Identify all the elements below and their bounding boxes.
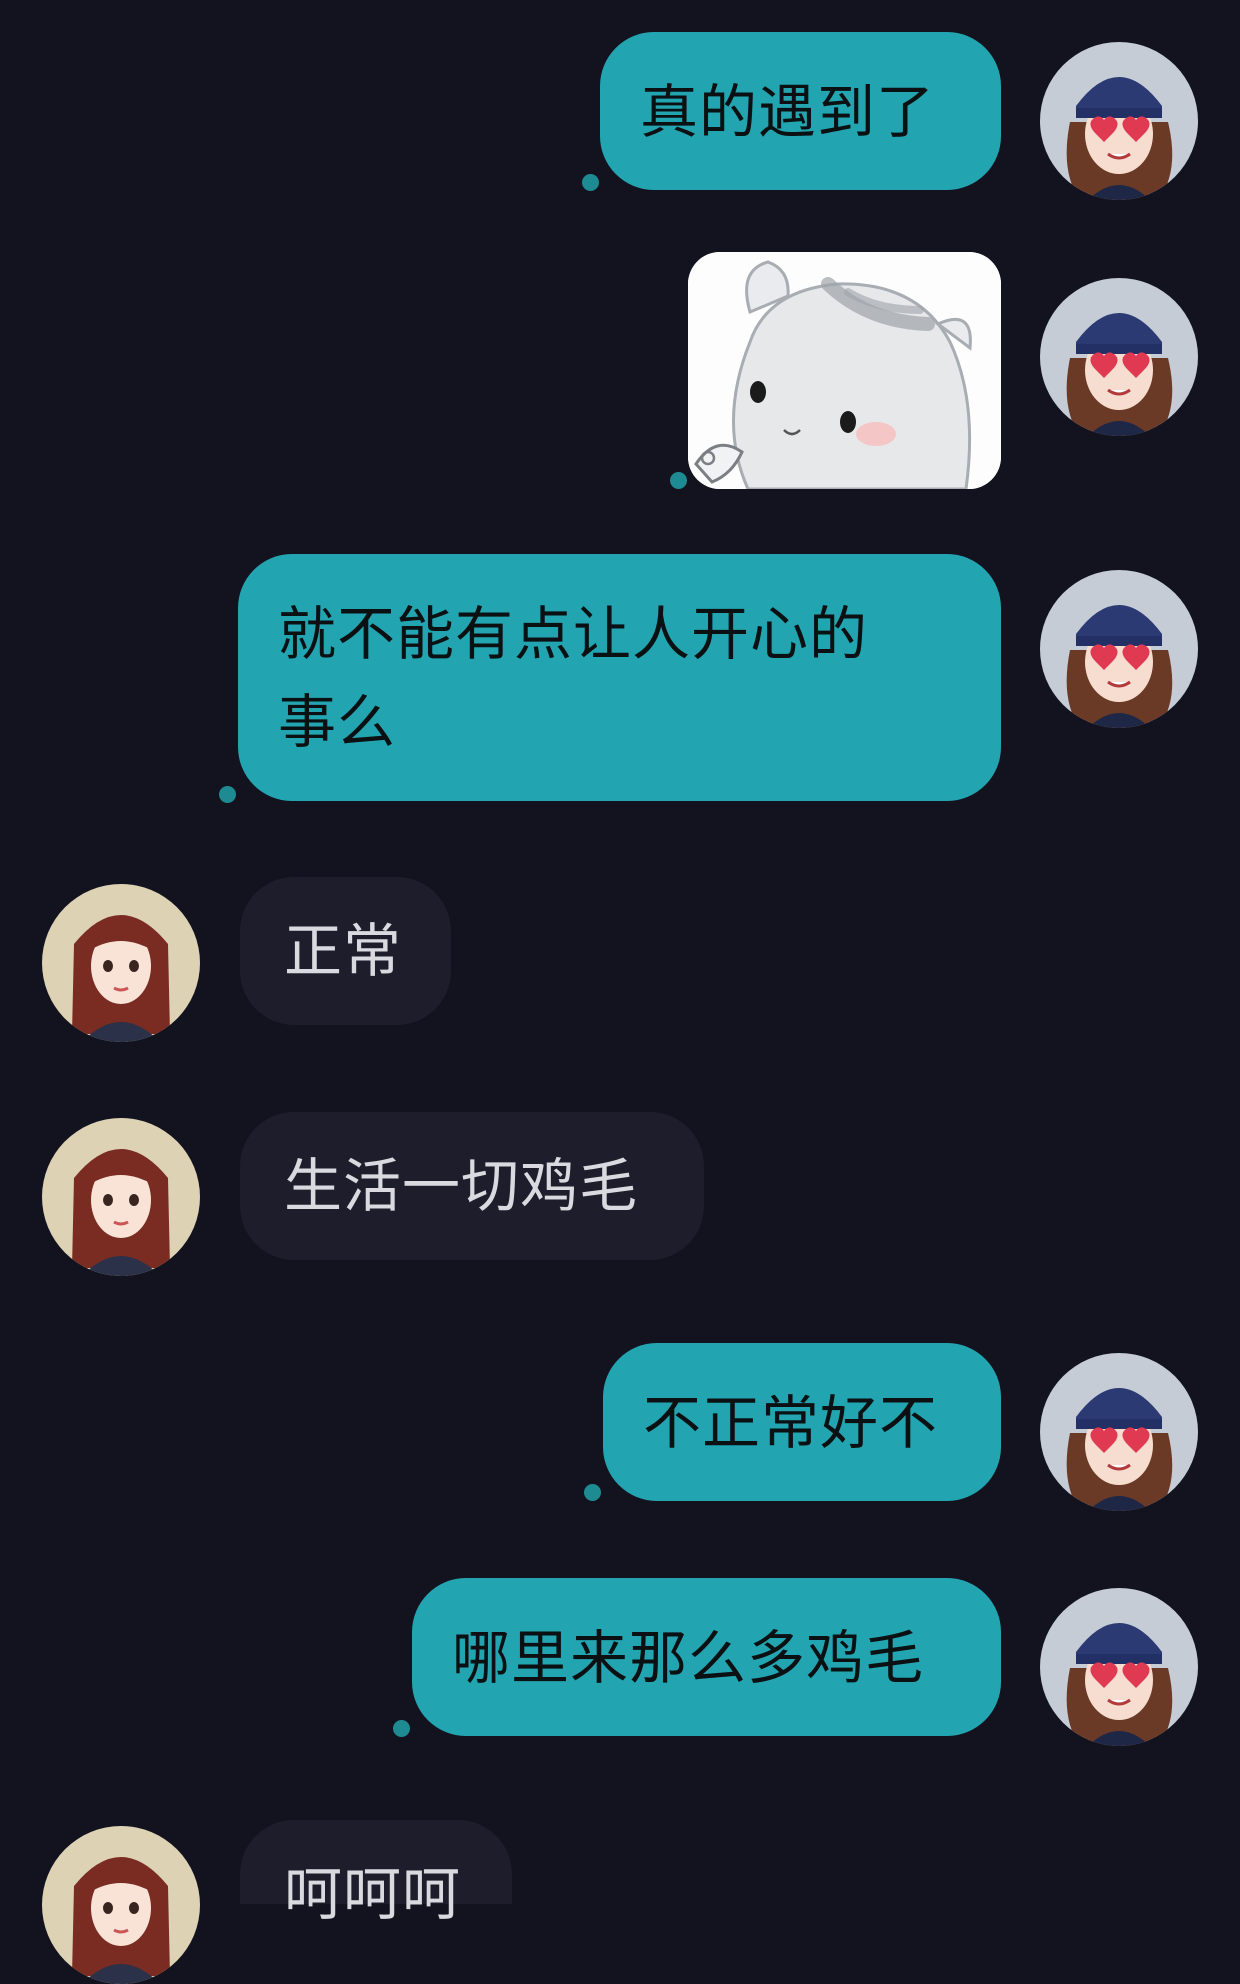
my-avatar[interactable]: [1040, 278, 1198, 436]
message-bubble-outgoing[interactable]: 哪里来那么多鸡毛: [412, 1578, 1001, 1736]
message-bubble-incoming[interactable]: 呵呵呵: [240, 1820, 512, 1928]
message-bubble-outgoing[interactable]: 真的遇到了: [600, 32, 1001, 190]
message-bubble-outgoing[interactable]: 不正常好不: [603, 1343, 1001, 1501]
message-bubble-outgoing[interactable]: 就不能有点让人开心的 事么: [238, 554, 1001, 801]
my-avatar[interactable]: [1040, 42, 1198, 200]
contact-avatar[interactable]: [42, 1118, 200, 1276]
read-indicator-dot: [219, 786, 236, 803]
contact-avatar[interactable]: [42, 1826, 200, 1984]
read-indicator-dot: [670, 472, 687, 489]
read-indicator-dot: [582, 174, 599, 191]
my-avatar[interactable]: [1040, 570, 1198, 728]
hamster-sticker[interactable]: [688, 252, 1001, 489]
message-bubble-incoming[interactable]: 正常: [240, 877, 451, 1025]
read-indicator-dot: [584, 1484, 601, 1501]
contact-avatar[interactable]: [42, 884, 200, 1042]
my-avatar[interactable]: [1040, 1588, 1198, 1746]
message-bubble-incoming[interactable]: 生活一切鸡毛: [240, 1112, 704, 1260]
my-avatar[interactable]: [1040, 1353, 1198, 1511]
read-indicator-dot: [393, 1720, 410, 1737]
